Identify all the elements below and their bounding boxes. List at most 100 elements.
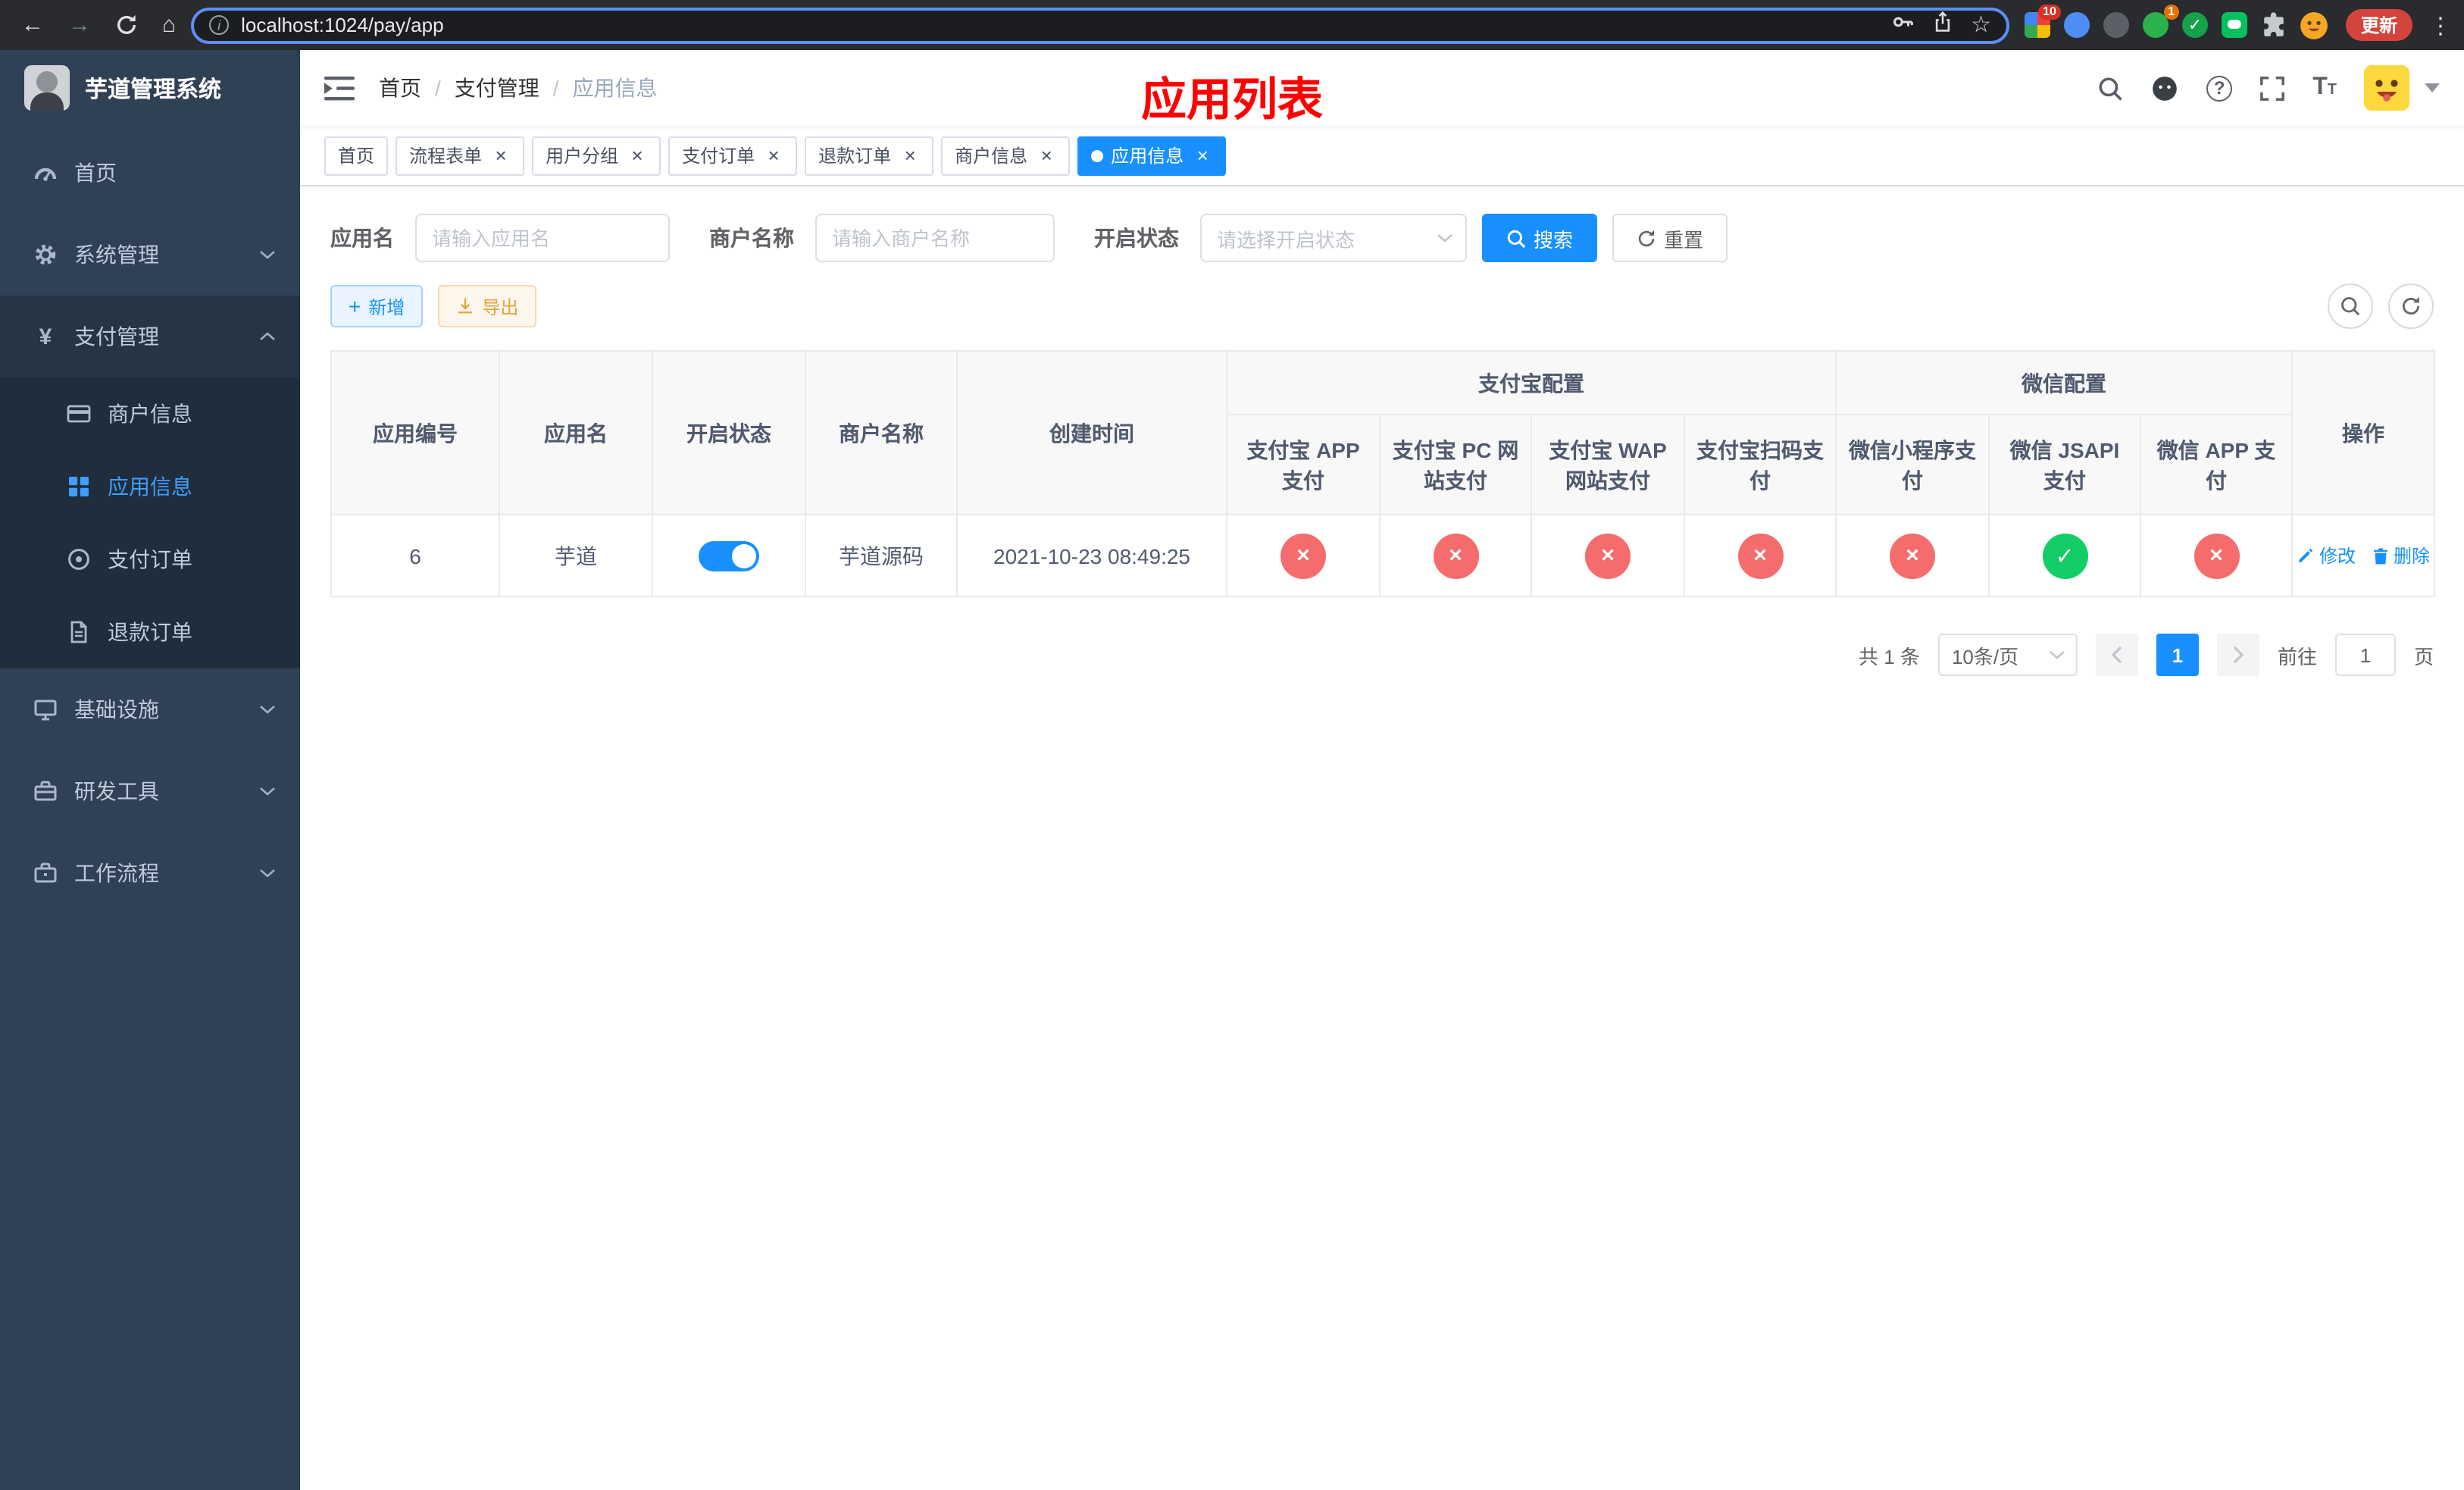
add-button[interactable]: + 新增: [330, 285, 424, 327]
prev-page-button[interactable]: [2095, 634, 2138, 676]
font-size-icon[interactable]: TT: [2312, 74, 2337, 102]
extension-icon-dark[interactable]: [2103, 12, 2129, 38]
breadcrumb-current: 应用信息: [572, 76, 658, 100]
key-icon[interactable]: [1890, 10, 1913, 40]
home-icon[interactable]: ⌂: [162, 14, 176, 36]
merchant-name-input[interactable]: [815, 214, 1055, 262]
reset-button[interactable]: 重置: [1612, 214, 1728, 262]
status-icon: ×: [1280, 533, 1326, 578]
sidebar-item-infrastructure[interactable]: 基础设施: [0, 668, 300, 750]
app-title: 芋道管理系统: [85, 77, 222, 102]
tab-label: 首页: [338, 146, 375, 167]
cell-actions: 修改 删除: [2291, 514, 2435, 597]
fullscreen-icon[interactable]: [2259, 75, 2285, 101]
sidebar-item-app-info[interactable]: 应用信息: [0, 450, 300, 523]
help-icon[interactable]: ?: [2206, 75, 2233, 101]
status-select-placeholder: 请选择开启状态: [1217, 228, 1356, 251]
reload-icon[interactable]: [115, 14, 138, 36]
page-number-current[interactable]: 1: [2156, 634, 2199, 676]
cell-create-time: 2021-10-23 08:49:25: [956, 514, 1227, 597]
avatar-caret-icon[interactable]: [2425, 83, 2440, 92]
extension-icon-avatar[interactable]: 1: [2142, 5, 2179, 38]
app-table: 应用编号 应用名 开启状态 商户名称 创建时间 支付宝配置 微信配置 操作 支付…: [330, 350, 2435, 597]
export-button[interactable]: 导出: [438, 285, 537, 327]
page-content: 应用名 商户名称 开启状态 请选择开启状态 搜索: [300, 186, 2464, 1490]
sidebar-item-label: 支付管理: [74, 324, 159, 349]
user-avatar[interactable]: [2364, 65, 2409, 111]
group-header-alipay: 支付宝配置: [1226, 350, 1837, 415]
tab-merchant-info[interactable]: 商户信息 ×: [941, 136, 1071, 175]
sidebar-item-merchant-info[interactable]: 商户信息: [0, 377, 300, 450]
back-icon[interactable]: ←: [21, 14, 44, 36]
extension-icon-chat[interactable]: [2221, 12, 2247, 38]
trash-icon: [2373, 547, 2387, 564]
site-info-icon[interactable]: i: [209, 15, 230, 35]
tab-process-form[interactable]: 流程表单 ×: [396, 136, 525, 175]
chevron-down-icon: [260, 706, 275, 714]
page-size-select[interactable]: 10条/页: [1937, 634, 2078, 676]
extension-icon-blue[interactable]: [2063, 12, 2090, 38]
delete-button[interactable]: 删除: [2371, 543, 2430, 568]
sidebar-item-label: 研发工具: [74, 779, 159, 803]
tab-app-info[interactable]: 应用信息 ×: [1077, 136, 1227, 175]
browser-menu-icon[interactable]: ⋮: [2429, 11, 2452, 39]
chevron-down-icon: [260, 251, 275, 259]
status-select[interactable]: 请选择开启状态: [1200, 214, 1467, 262]
close-icon[interactable]: ×: [900, 146, 920, 165]
extension-icon-check[interactable]: ✓: [2181, 12, 2208, 38]
enabled-toggle[interactable]: [699, 540, 759, 571]
sidebar-item-refund-order[interactable]: 退款订单: [0, 596, 300, 668]
tab-label: 流程表单: [409, 146, 483, 167]
refresh-table-button[interactable]: [2388, 283, 2434, 329]
page-unit-label: 页: [2413, 645, 2434, 668]
github-icon[interactable]: [2150, 74, 2179, 102]
tab-pay-order[interactable]: 支付订单 ×: [668, 136, 798, 175]
font-size-large-glyph: T: [2312, 74, 2328, 100]
extension-icon-colorful[interactable]: 10: [2024, 5, 2061, 38]
app-name-input[interactable]: [415, 214, 670, 262]
tab-home[interactable]: 首页: [324, 136, 389, 175]
next-page-button[interactable]: [2216, 634, 2259, 676]
forward-icon[interactable]: →: [68, 14, 91, 36]
bookmark-star-icon[interactable]: ☆: [1971, 14, 1991, 36]
sidebar-item-workflow[interactable]: 工作流程: [0, 832, 300, 914]
share-icon[interactable]: [1931, 10, 1953, 40]
export-button-label: 导出: [482, 296, 519, 318]
extensions-puzzle-icon[interactable]: [2261, 12, 2287, 38]
address-bar[interactable]: i localhost:1024/pay/app ☆: [191, 7, 2009, 43]
close-icon[interactable]: ×: [1193, 146, 1212, 165]
search-icon[interactable]: [2097, 75, 2123, 101]
browser-profile-avatar[interactable]: [2300, 11, 2328, 39]
tab-user-group[interactable]: 用户分组 ×: [532, 136, 661, 175]
search-button-label: 搜索: [1534, 228, 1574, 251]
breadcrumb-payment[interactable]: 支付管理: [455, 73, 539, 103]
goto-page-input[interactable]: [2334, 634, 2396, 676]
column-header: 商户名称: [805, 350, 958, 515]
cell-alipay-qr: ×: [1684, 514, 1837, 597]
sidebar-item-pay-order[interactable]: 支付订单: [0, 523, 300, 596]
sidebar-item-system[interactable]: 系统管理: [0, 214, 300, 296]
sidebar-collapse-icon[interactable]: [324, 75, 355, 101]
close-icon[interactable]: ×: [491, 146, 511, 165]
close-icon[interactable]: ×: [627, 146, 647, 165]
sidebar-item-dev-tools[interactable]: 研发工具: [0, 750, 300, 832]
breadcrumb-separator: /: [435, 76, 441, 100]
logo-avatar: [24, 65, 70, 111]
chevron-down-icon: [260, 869, 275, 878]
toggle-search-button[interactable]: [2328, 283, 2373, 329]
browser-update-button[interactable]: 更新: [2345, 9, 2412, 41]
monitor-icon: [33, 697, 58, 722]
pagination: 共 1 条 10条/页 1 前往 页: [330, 634, 2434, 676]
tab-label: 支付订单: [682, 146, 755, 167]
search-button[interactable]: 搜索: [1482, 214, 1598, 262]
sidebar-item-home[interactable]: 首页: [0, 132, 300, 214]
edit-button[interactable]: 修改: [2297, 543, 2356, 568]
status-icon: ×: [1737, 533, 1783, 578]
close-icon[interactable]: ×: [1037, 146, 1056, 165]
tab-refund-order[interactable]: 退款订单 ×: [805, 136, 934, 175]
app-name-label: 应用名: [330, 226, 394, 250]
goto-label: 前往: [2277, 645, 2317, 668]
breadcrumb-home[interactable]: 首页: [379, 73, 421, 103]
close-icon[interactable]: ×: [764, 146, 783, 165]
sidebar-item-payment[interactable]: ¥ 支付管理: [0, 296, 300, 377]
